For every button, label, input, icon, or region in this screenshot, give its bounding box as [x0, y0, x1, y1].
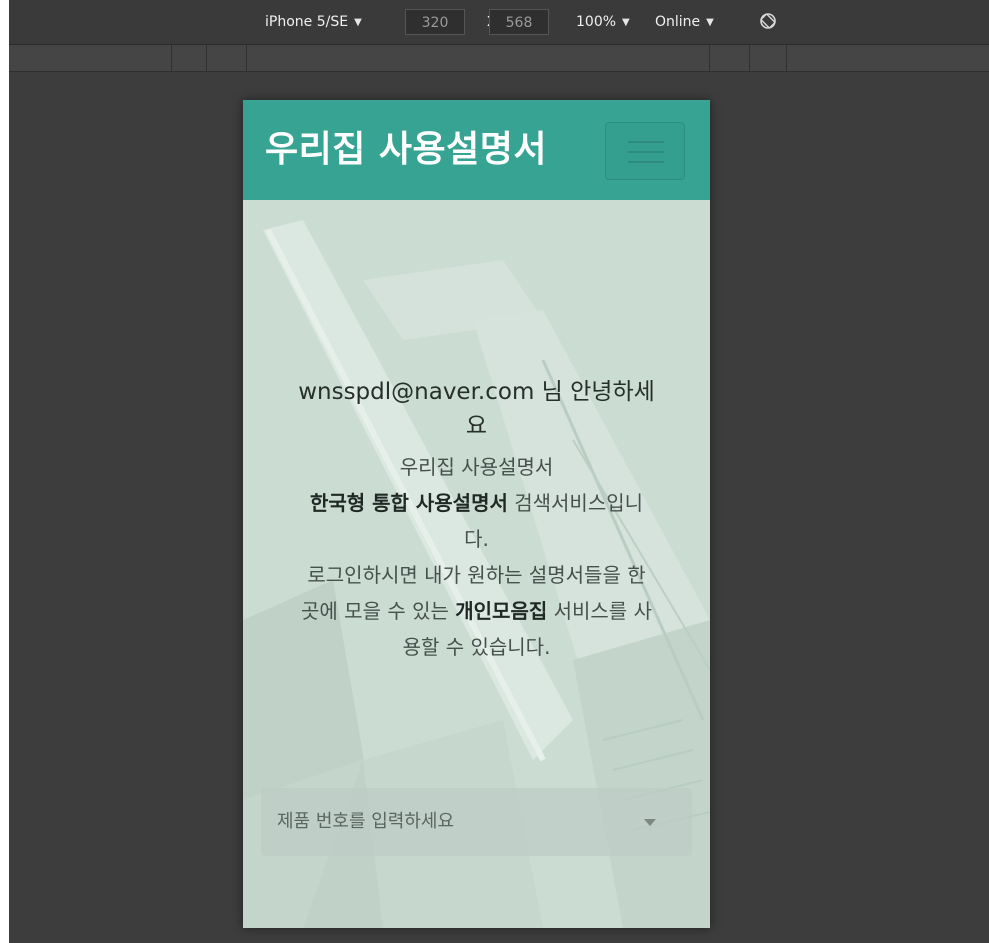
network-select[interactable]: Online ▼ — [655, 12, 714, 33]
hamburger-icon-bar — [628, 151, 664, 153]
intro-text: 곳에 모을 수 있는 — [301, 599, 456, 623]
intro-line: 로그인하시면 내가 원하는 설명서들을 한 — [307, 563, 646, 587]
zoom-select-label: 100% — [576, 14, 617, 30]
menu-toggle-button[interactable] — [605, 122, 685, 180]
network-select-label: Online — [655, 14, 701, 30]
intro-line: 다. — [464, 527, 489, 551]
caret-down-icon — [644, 819, 656, 826]
product-number-select[interactable]: 제품 번호를 입력하세요 — [261, 788, 692, 856]
width-input[interactable]: 320 — [405, 9, 465, 35]
intro-line: 우리집 사용설명서 — [399, 455, 554, 479]
device-select-label: iPhone 5/SE — [265, 14, 349, 30]
greeting: wnsspdl@naver.com 님 안녕하세 요 — [261, 375, 692, 443]
intro-line: 용할 수 있습니다. — [402, 635, 551, 659]
caret-down-icon: ▼ — [354, 17, 362, 28]
intro-highlight: 개인모음집 — [455, 599, 548, 623]
caret-down-icon: ▼ — [706, 17, 714, 28]
navbar: 우리집 사용설명서 — [243, 100, 710, 200]
service-intro: 우리집 사용설명서 한국형 통합 사용설명서 검색서비스입니 다. 로그인하시면… — [261, 449, 692, 665]
height-input[interactable]: 568 — [489, 9, 549, 35]
zoom-select[interactable]: 100% ▼ — [576, 12, 630, 33]
device-viewport: 우리집 사용설명서 wnsspdl@naver.com 님 안녕하세 요 우리집… — [243, 100, 710, 928]
greeting-line: wnsspdl@naver.com 님 안녕하세 — [298, 379, 655, 405]
hero-section: wnsspdl@naver.com 님 안녕하세 요 우리집 사용설명서 한국형… — [243, 200, 710, 928]
hamburger-icon-bar — [628, 161, 664, 163]
welcome-text-block: wnsspdl@naver.com 님 안녕하세 요 우리집 사용설명서 한국형… — [261, 375, 692, 665]
greeting-line: 요 — [465, 413, 488, 439]
intro-line: 한국형 통합 사용설명서 검색서비스입니 — [261, 485, 692, 521]
intro-highlight: 한국형 통합 사용설명서 — [309, 491, 508, 515]
device-toolbar: iPhone 5/SE▼ 320 x 568 100%▼ Online▼ — [9, 0, 989, 45]
intro-line: 곳에 모을 수 있는 개인모음집 서비스를 사 — [261, 593, 692, 629]
product-number-placeholder: 제품 번호를 입력하세요 — [277, 811, 455, 832]
hamburger-icon-bar — [628, 141, 664, 143]
intro-text: 서비스를 사 — [547, 599, 652, 623]
rotate-icon[interactable] — [759, 12, 777, 30]
device-select[interactable]: iPhone 5/SE ▼ — [265, 12, 362, 33]
intro-text: 검색서비스입니 — [507, 491, 644, 515]
brand-title[interactable]: 우리집 사용설명서 — [265, 126, 547, 174]
caret-down-icon: ▼ — [622, 17, 630, 28]
media-query-bar — [9, 45, 989, 72]
